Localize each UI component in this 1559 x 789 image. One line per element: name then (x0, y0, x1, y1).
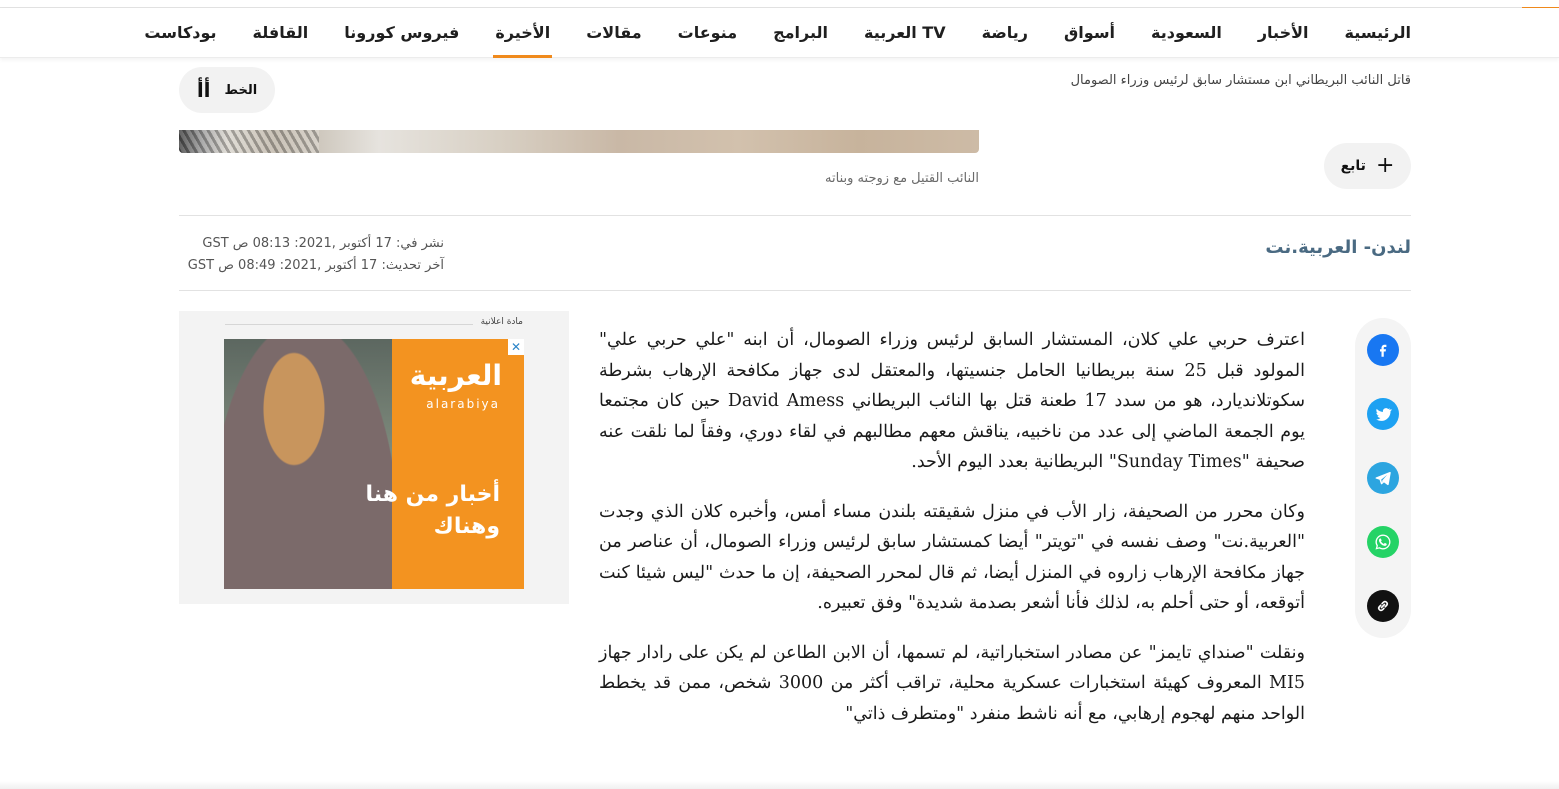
nav-item[interactable]: العربية TV (864, 8, 946, 58)
ad-logo-sub: alarabiya (426, 397, 500, 411)
facebook-icon[interactable] (1367, 334, 1399, 366)
article-source: لندن- العربية.نت (1265, 237, 1411, 258)
breadcrumb: قاتل النائب البريطاني ابن مستشار سابق لر… (1070, 73, 1411, 88)
ad-logo: العربية (409, 359, 502, 392)
divider (179, 290, 1411, 291)
article-dates: نشر في: 17 أكتوبر ,2021: 08:13 ص GST آخر… (179, 233, 444, 277)
main-nav: الرئيسية الأخبار السعودية أسواق رياضة العربية… (0, 8, 1559, 58)
ad-banner[interactable]: ✕ العربية alarabiya أخبار من هنا وهناك (224, 339, 524, 589)
nav-item[interactable]: منوعات (678, 8, 737, 58)
ad-slot: مادة اعلانية ✕ العربية alarabiya أخبار م… (179, 311, 569, 604)
ad-photo (224, 339, 392, 589)
nav-item[interactable]: الأخيرة (493, 8, 553, 58)
article-body: اعترف حربي علي كلان، المستشار السابق لرئ… (599, 325, 1305, 748)
follow-button[interactable]: + تابع (1324, 143, 1411, 189)
telegram-icon[interactable] (1367, 462, 1399, 494)
image-caption: النائب القتيل مع زوجته وبناته (825, 171, 979, 186)
nav-item[interactable]: القافلة (253, 8, 309, 58)
nav-item[interactable]: مقالات (586, 8, 641, 58)
article-paragraph: اعترف حربي علي كلان، المستشار السابق لرئ… (599, 330, 1305, 472)
nav-item[interactable]: السعودية (1151, 8, 1222, 58)
share-bar (1355, 318, 1411, 638)
article-paragraph: وكان محرر من الصحيفة، زار الأب في منزل ش… (599, 501, 1305, 614)
nav-item[interactable]: فيروس كورونا (344, 8, 459, 58)
follow-label: تابع (1340, 158, 1366, 174)
bottom-edge (0, 781, 1559, 789)
link-icon[interactable] (1367, 590, 1399, 622)
divider (179, 215, 1411, 216)
nav-item[interactable]: البرامج (773, 8, 828, 58)
article-paragraph: ونقلت "صنداي تايمز" عن مصادر استخباراتية… (599, 642, 1306, 724)
close-icon[interactable]: ✕ (508, 339, 524, 355)
article-hero-image (179, 130, 979, 153)
plus-icon: + (1375, 153, 1395, 178)
whatsapp-icon[interactable] (1367, 526, 1399, 558)
nav-item[interactable]: بودكاست (144, 8, 216, 58)
nav-item[interactable]: رياضة (982, 8, 1028, 58)
nav-item[interactable]: الأخبار (1258, 8, 1309, 58)
ad-label: مادة اعلانية (480, 317, 523, 327)
updated-date: آخر تحديث: 17 أكتوبر ,2021: 08:49 ص GST (187, 258, 444, 273)
twitter-icon[interactable] (1367, 398, 1399, 430)
ad-tagline: أخبار من هنا وهناك (365, 482, 500, 539)
font-size-button[interactable]: أأ الخط (179, 67, 275, 113)
nav-item[interactable]: الرئيسية (1345, 8, 1412, 58)
ad-divider (225, 324, 473, 325)
nav-items: الرئيسية الأخبار السعودية أسواق رياضة العربية… (144, 8, 1411, 58)
font-size-icon: أأ (196, 78, 211, 102)
font-size-label: الخط (224, 82, 258, 98)
nav-item[interactable]: أسواق (1064, 8, 1115, 58)
published-date: نشر في: 17 أكتوبر ,2021: 08:13 ص GST (202, 236, 444, 251)
